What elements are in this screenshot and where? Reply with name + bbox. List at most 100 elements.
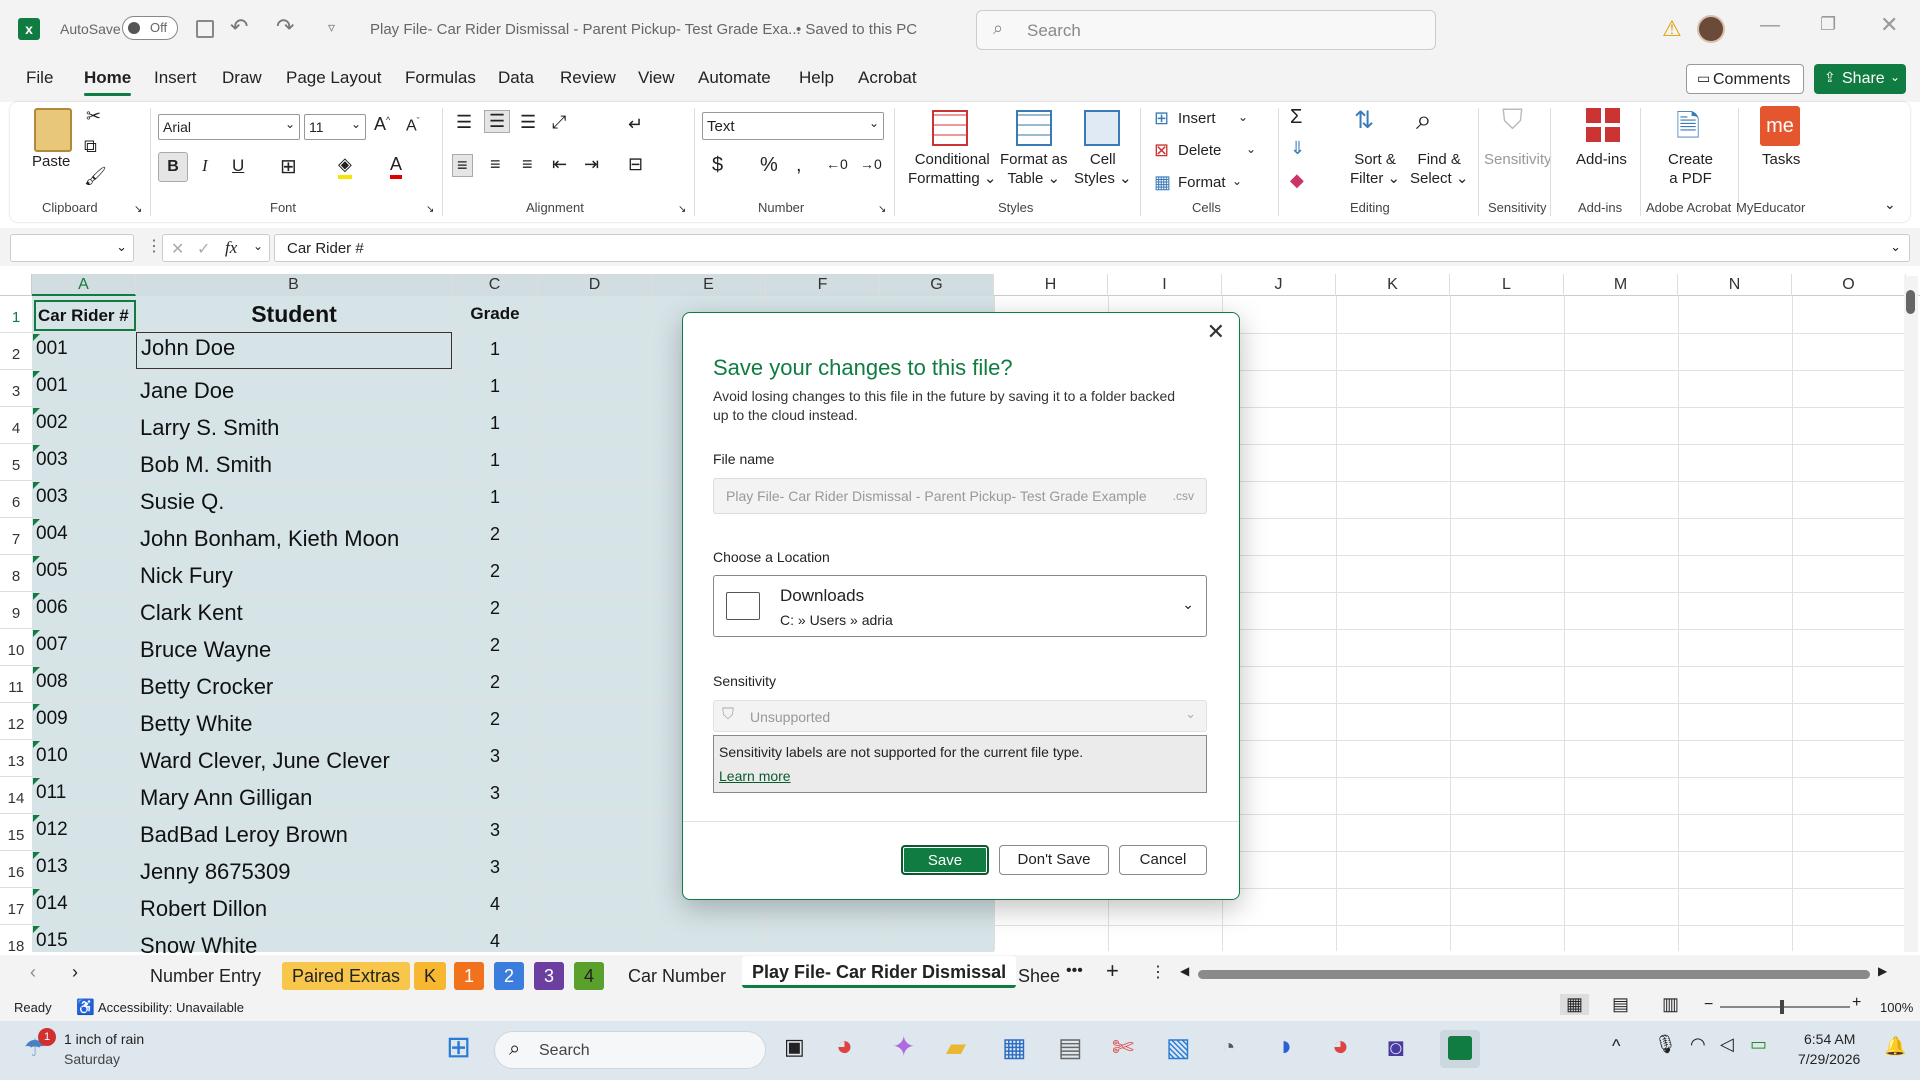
- cell-student[interactable]: BadBad Leroy Brown: [136, 820, 452, 850]
- align-top-icon[interactable]: ☰: [456, 112, 472, 133]
- insert-cells-label[interactable]: Insert: [1178, 109, 1216, 128]
- zoom-level[interactable]: 100%: [1880, 1000, 1913, 1015]
- collapse-ribbon-icon[interactable]: ⌄: [1884, 196, 1896, 213]
- header-grade[interactable]: Grade: [452, 298, 538, 330]
- decrease-indent-icon[interactable]: ⇤: [552, 154, 567, 175]
- cell-grade[interactable]: 1: [452, 335, 538, 363]
- copy-icon[interactable]: ⧉: [84, 136, 97, 157]
- cell-car-rider[interactable]: 004: [36, 520, 136, 548]
- cell-student[interactable]: Jane Doe: [136, 376, 452, 406]
- underline-button[interactable]: U: [232, 156, 244, 176]
- scroll-right-icon[interactable]: ▶: [1878, 964, 1887, 978]
- conditional-formatting-icon[interactable]: [932, 110, 968, 146]
- percent-icon[interactable]: %: [760, 154, 778, 177]
- borders-icon[interactable]: ⊞: [280, 154, 297, 179]
- chevron-down-icon[interactable]: ⌄: [1238, 110, 1248, 124]
- column-header-a[interactable]: A: [32, 274, 136, 296]
- task-view-icon[interactable]: ▣: [784, 1034, 805, 1060]
- cell-student[interactable]: Mary Ann Gilligan: [136, 783, 452, 813]
- sort-filter-icon[interactable]: ⇅: [1354, 106, 1374, 135]
- align-right-icon[interactable]: ≡: [522, 154, 533, 175]
- cell-grade[interactable]: 2: [452, 631, 538, 659]
- document-title[interactable]: Play File- Car Rider Dismissal - Parent …: [370, 21, 801, 38]
- add-sheet-icon[interactable]: +: [1106, 958, 1119, 984]
- row-header[interactable]: 12: [0, 703, 32, 740]
- cell-grade[interactable]: 2: [452, 705, 538, 733]
- share-button[interactable]: ⇪ Share ⌄: [1814, 64, 1906, 94]
- row-header[interactable]: 5: [0, 444, 32, 481]
- app-icon[interactable]: ◔: [1222, 1034, 1235, 1060]
- row-header[interactable]: 3: [0, 370, 32, 407]
- paste-icon[interactable]: [34, 108, 72, 152]
- orientation-icon[interactable]: ⤢: [552, 112, 566, 133]
- column-header-c[interactable]: C: [452, 274, 538, 296]
- row-header[interactable]: 9: [0, 592, 32, 629]
- row-header[interactable]: 4: [0, 407, 32, 444]
- tab-help[interactable]: Help: [799, 68, 834, 88]
- formula-input[interactable]: Car Rider # ⌄: [274, 234, 1910, 262]
- chrome-icon[interactable]: ◕: [1332, 1030, 1349, 1062]
- column-header-h[interactable]: H: [994, 274, 1108, 296]
- decrease-decimal-icon[interactable]: →0: [860, 156, 882, 172]
- sheet-tab[interactable]: 1: [454, 962, 485, 990]
- font-color-icon[interactable]: A: [390, 154, 403, 179]
- find-select-icon[interactable]: ⌕: [1416, 104, 1432, 137]
- cell-styles-label[interactable]: Cell Styles ⌄: [1074, 150, 1132, 188]
- tab-view[interactable]: View: [638, 68, 675, 88]
- restore-icon[interactable]: ❐: [1820, 14, 1836, 35]
- align-middle-icon[interactable]: ☰: [484, 110, 511, 133]
- undo-icon[interactable]: ↶: [230, 14, 248, 40]
- cell-student[interactable]: Susie Q.: [136, 487, 452, 517]
- save-button[interactable]: Save: [901, 845, 989, 875]
- cell-car-rider[interactable]: 011: [36, 779, 136, 807]
- page-break-view-icon[interactable]: ▥: [1662, 994, 1679, 1015]
- normal-view-icon[interactable]: ▦: [1560, 994, 1590, 1015]
- column-header-n[interactable]: N: [1678, 274, 1792, 296]
- dialog-launcher-icon[interactable]: ↘: [878, 204, 886, 215]
- tab-file[interactable]: File: [26, 68, 53, 88]
- bold-button[interactable]: B: [158, 152, 188, 182]
- cell-grade[interactable]: 1: [452, 409, 538, 437]
- fill-icon[interactable]: ⇓: [1290, 138, 1305, 159]
- column-header-d[interactable]: D: [538, 274, 652, 296]
- sheet-tab[interactable]: Car Number: [618, 962, 736, 990]
- cell-grade[interactable]: 2: [452, 668, 538, 696]
- add-ins-label[interactable]: Add-ins: [1576, 150, 1627, 169]
- tasks-label[interactable]: Tasks: [1762, 150, 1800, 169]
- row-header[interactable]: 17: [0, 888, 32, 925]
- zoom-slider[interactable]: [1720, 1000, 1850, 1014]
- align-center-icon[interactable]: ≡: [490, 154, 501, 175]
- clock-time[interactable]: 6:54 AM: [1804, 1031, 1855, 1047]
- copilot-icon[interactable]: ✦: [892, 1030, 915, 1063]
- volume-icon[interactable]: ◁: [1720, 1034, 1734, 1055]
- currency-icon[interactable]: $: [712, 154, 723, 177]
- row-header[interactable]: 16: [0, 851, 32, 888]
- column-header-e[interactable]: E: [652, 274, 766, 296]
- cell-car-rider[interactable]: 014: [36, 890, 136, 918]
- cell-student[interactable]: Betty Crocker: [136, 672, 452, 702]
- column-header-l[interactable]: L: [1450, 274, 1564, 296]
- taskbar-search[interactable]: ⌕ Search: [494, 1031, 766, 1069]
- tab-data[interactable]: Data: [498, 68, 534, 88]
- accessibility-icon[interactable]: ♿: [76, 998, 95, 1016]
- dialog-launcher-icon[interactable]: ↘: [426, 204, 434, 215]
- cell-student[interactable]: John Bonham, Kieth Moon: [136, 524, 452, 554]
- vertical-scroll-thumb[interactable]: [1906, 290, 1915, 314]
- row-header[interactable]: 6: [0, 481, 32, 518]
- avatar[interactable]: [1697, 15, 1725, 43]
- zoom-out-icon[interactable]: −: [1704, 996, 1713, 1014]
- autosum-icon[interactable]: Σ: [1290, 106, 1302, 129]
- save-icon[interactable]: [196, 20, 214, 38]
- cell-student[interactable]: Betty White: [136, 709, 452, 739]
- column-header-g[interactable]: G: [880, 274, 994, 296]
- cell-grade[interactable]: 2: [452, 520, 538, 548]
- vertical-scrollbar[interactable]: [1904, 276, 1918, 952]
- microphone-icon[interactable]: 🎙: [1654, 1034, 1677, 1055]
- cell-car-rider[interactable]: 003: [36, 483, 136, 511]
- snipping-tool-icon[interactable]: ✄: [1112, 1032, 1134, 1063]
- cell-student[interactable]: Ward Clever, June Clever: [136, 746, 452, 776]
- row-header[interactable]: 13: [0, 740, 32, 777]
- sheet-tab[interactable]: Paired Extras: [282, 962, 411, 990]
- row-header[interactable]: 2: [0, 333, 32, 370]
- tab-page-layout[interactable]: Page Layout: [286, 68, 381, 88]
